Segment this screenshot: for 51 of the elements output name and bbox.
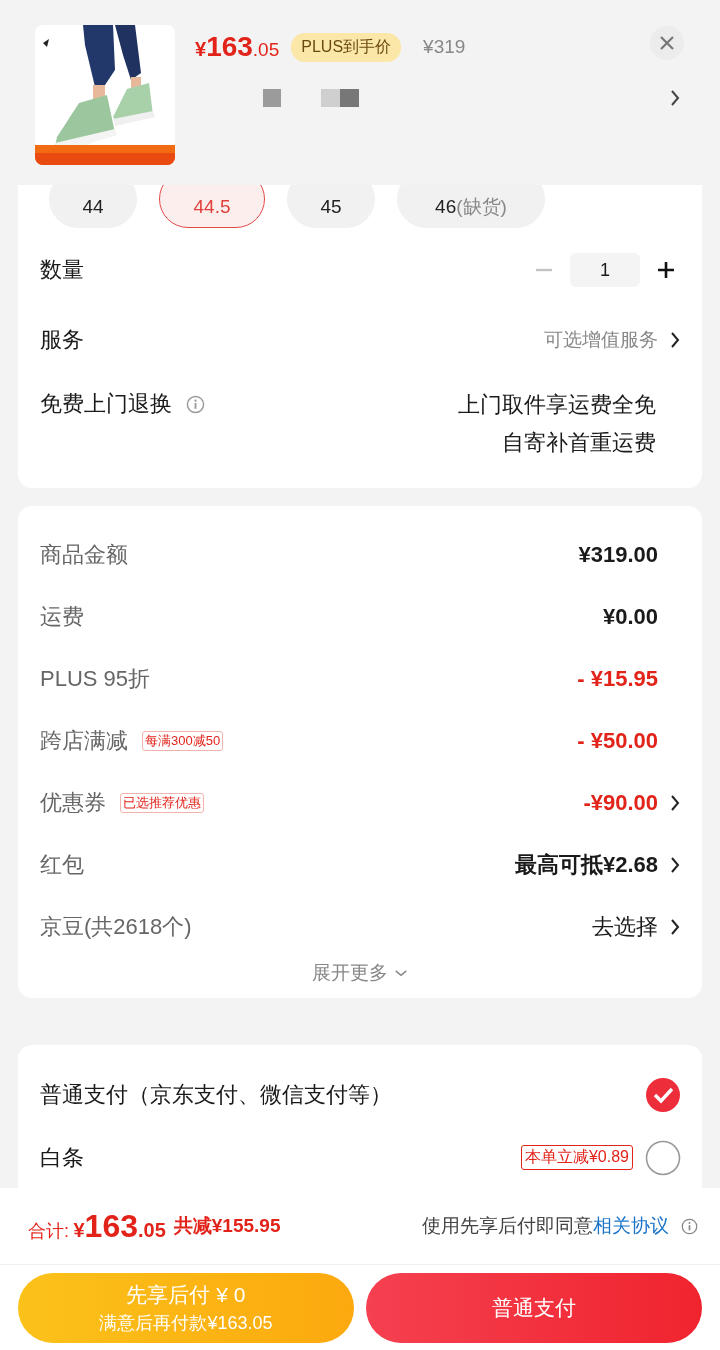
- summary-label: 京豆(共2618个): [40, 913, 192, 941]
- chevron-right-icon[interactable]: [670, 919, 680, 935]
- summary-value: - ¥15.95: [577, 666, 658, 692]
- return-policy-text: 自寄补首重运费: [502, 429, 656, 457]
- checked-radio-icon[interactable]: [645, 1076, 681, 1113]
- quantity-label: 数量: [40, 256, 84, 284]
- expand-more-button[interactable]: 展开更多: [306, 954, 414, 992]
- size-option[interactable]: 45: [287, 185, 375, 228]
- promo-tag: 已选推荐优惠: [120, 793, 204, 813]
- chevron-down-icon[interactable]: [394, 968, 408, 978]
- total-price: 合计: ¥163.05: [28, 1207, 166, 1245]
- summary-label: PLUS 95折: [40, 665, 151, 693]
- size-option[interactable]: 44.5: [159, 185, 265, 228]
- pay-button[interactable]: 普通支付: [366, 1273, 702, 1343]
- quantity-field[interactable]: 1: [570, 253, 640, 287]
- chevron-right-icon[interactable]: [670, 857, 680, 873]
- total-saving: 共减¥155.95: [173, 1214, 281, 1238]
- discount-tag: 本单立减¥0.89: [520, 1145, 633, 1170]
- payment-option[interactable]: 白条: [40, 1142, 84, 1173]
- agreement-text: 使用先享后付即同意: [422, 1214, 593, 1238]
- price: ¥163.05: [195, 31, 280, 63]
- chevron-right-icon[interactable]: [670, 332, 680, 348]
- close-icon[interactable]: [659, 35, 675, 51]
- return-policy-text: 上门取件享运费全免: [458, 391, 656, 419]
- summary-value: - ¥50.00: [577, 728, 658, 754]
- chevron-right-icon[interactable]: [670, 795, 680, 811]
- service-label: 服务: [40, 326, 84, 354]
- summary-value: ¥0.00: [602, 604, 658, 630]
- service-value[interactable]: 可选增值服务: [544, 327, 658, 353]
- info-icon[interactable]: [681, 1217, 698, 1235]
- summary-value: ¥319.00: [578, 542, 658, 568]
- payment-option[interactable]: 普通支付（京东支付、微信支付等）: [40, 1079, 392, 1110]
- chevron-right-icon[interactable]: [670, 90, 680, 106]
- summary-value[interactable]: -¥90.00: [583, 790, 658, 816]
- agreement-link[interactable]: 相关协议: [593, 1213, 669, 1239]
- summary-label: 优惠券: [40, 789, 106, 817]
- summary-value[interactable]: 去选择: [592, 912, 658, 942]
- size-option[interactable]: 44: [49, 185, 137, 228]
- summary-label: 商品金额: [40, 541, 128, 569]
- size-option[interactable]: 46(缺货): [397, 185, 545, 228]
- radio-icon[interactable]: [645, 1139, 681, 1176]
- plus-price-badge: PLUS到手价: [291, 32, 402, 62]
- promo-tag: 每满300减50: [142, 731, 224, 751]
- summary-label: 跨店满减: [40, 727, 128, 755]
- original-price: ¥319: [423, 36, 466, 58]
- summary-label: 运费: [40, 603, 84, 631]
- info-icon[interactable]: [186, 394, 205, 414]
- close-button[interactable]: [650, 26, 684, 60]
- summary-label: 红包: [40, 851, 84, 879]
- return-label: 免费上门退换: [40, 390, 172, 418]
- summary-value[interactable]: 最高可抵¥2.68: [514, 850, 658, 880]
